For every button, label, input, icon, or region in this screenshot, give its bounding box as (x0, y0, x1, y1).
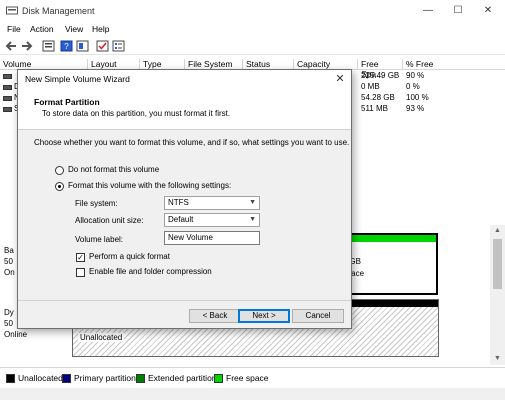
row-percent-free: 93 % (406, 104, 425, 113)
legend-swatch-primary (62, 374, 71, 383)
legend-swatch-free (214, 374, 223, 383)
col-percent-free[interactable]: % Free (403, 59, 455, 70)
close-icon[interactable]: ✕ (333, 72, 347, 86)
dialog-title: New Simple Volume Wizard (25, 74, 130, 84)
quick-format-label[interactable]: Perform a quick format (89, 252, 170, 261)
compression-label[interactable]: Enable file and folder compression (89, 267, 212, 276)
menu-bar: File Action View Help (0, 22, 505, 37)
menu-help[interactable]: Help (92, 24, 109, 34)
minimize-button[interactable]: — (414, 2, 442, 20)
back-button[interactable]: < Back (189, 309, 241, 323)
maximize-button[interactable]: ☐ (444, 2, 472, 20)
format-prompt: Choose whether you want to format this v… (34, 138, 350, 147)
window-title: Disk Management (22, 6, 95, 16)
volume-label-value: New Volume (168, 233, 213, 242)
legend: Unallocated Primary partition Extended p… (0, 367, 505, 387)
no-format-radio[interactable] (55, 166, 64, 175)
drive-icon (3, 85, 12, 90)
cancel-button[interactable]: Cancel (292, 309, 344, 323)
volume-label-label: Volume label: (75, 235, 124, 244)
page-title: Format Partition (34, 97, 100, 107)
toolbar: ? (0, 38, 505, 55)
row-free-space: 511 MB (361, 104, 388, 113)
new-simple-volume-wizard: New Simple Volume Wizard ✕ Format Partit… (17, 69, 352, 329)
row-free-space: 54.28 GB (361, 93, 395, 102)
file-system-select[interactable]: NTFS ▼ (164, 196, 260, 210)
compression-checkbox[interactable] (76, 268, 85, 277)
menu-view[interactable]: View (65, 24, 83, 34)
page-subtitle: To store data on this partition, you mus… (42, 109, 231, 118)
scroll-up-icon[interactable]: ▲ (490, 225, 505, 237)
format-label[interactable]: Format this volume with the following se… (68, 181, 231, 190)
dialog-header: Format Partition To store data on this p… (18, 88, 351, 130)
row-free-space: 225.49 GB (361, 71, 400, 80)
back-icon[interactable] (5, 40, 18, 52)
legend-label: Primary partition (74, 373, 136, 383)
next-button[interactable]: Next > (238, 309, 290, 323)
disk-1-status: Online (4, 330, 28, 339)
refresh-icon[interactable] (76, 40, 89, 52)
drive-icon (3, 74, 12, 79)
drive-icon (3, 96, 12, 101)
col-free-space[interactable]: Free Spa... (358, 59, 403, 79)
vertical-scrollbar[interactable]: ▲ ▼ (490, 225, 505, 365)
legend-label: Unallocated (18, 373, 63, 383)
dialog-title-bar: New Simple Volume Wizard ✕ (18, 70, 351, 88)
row-percent-free: 0 % (406, 82, 420, 91)
dialog-body: Choose whether you want to format this v… (18, 131, 351, 296)
check-icon[interactable] (96, 40, 109, 52)
allocation-unit-value: Default (168, 215, 194, 224)
scroll-down-icon[interactable]: ▼ (490, 353, 505, 365)
row-percent-free: 100 % (406, 93, 429, 102)
format-radio[interactable] (55, 182, 64, 191)
allocation-unit-select[interactable]: Default ▼ (164, 213, 260, 227)
status-bar (0, 388, 505, 400)
legend-label: Free space (226, 373, 269, 383)
close-button[interactable]: ✕ (474, 2, 502, 20)
properties-icon[interactable] (42, 40, 55, 52)
row-percent-free: 90 % (406, 71, 425, 80)
legend-swatch-unallocated (6, 374, 15, 383)
file-system-label: File system: (75, 199, 118, 208)
file-system-value: NTFS (168, 198, 189, 207)
svg-text:?: ? (64, 42, 69, 51)
row-free-space: 0 MB (361, 82, 380, 91)
dialog-separator (18, 300, 351, 301)
partition-status: Unallocated (78, 333, 125, 342)
help-icon[interactable]: ? (60, 40, 73, 52)
scroll-thumb[interactable] (493, 239, 502, 289)
forward-icon[interactable] (20, 40, 33, 52)
legend-swatch-extended (136, 374, 145, 383)
title-bar: Disk Management — ☐ ✕ (0, 0, 505, 22)
chevron-down-icon: ▼ (249, 216, 256, 223)
chevron-down-icon: ▼ (249, 199, 256, 206)
disk-management-icon (6, 6, 18, 15)
legend-label: Extended partition (148, 373, 217, 383)
quick-format-checkbox[interactable]: ✓ (76, 253, 85, 262)
list-icon[interactable] (112, 40, 125, 52)
drive-icon (3, 107, 12, 112)
menu-action[interactable]: Action (30, 24, 54, 34)
menu-file[interactable]: File (7, 24, 21, 34)
no-format-label[interactable]: Do not format this volume (68, 165, 159, 174)
volume-label-input[interactable]: New Volume (164, 231, 260, 245)
allocation-unit-label: Allocation unit size: (75, 216, 144, 225)
